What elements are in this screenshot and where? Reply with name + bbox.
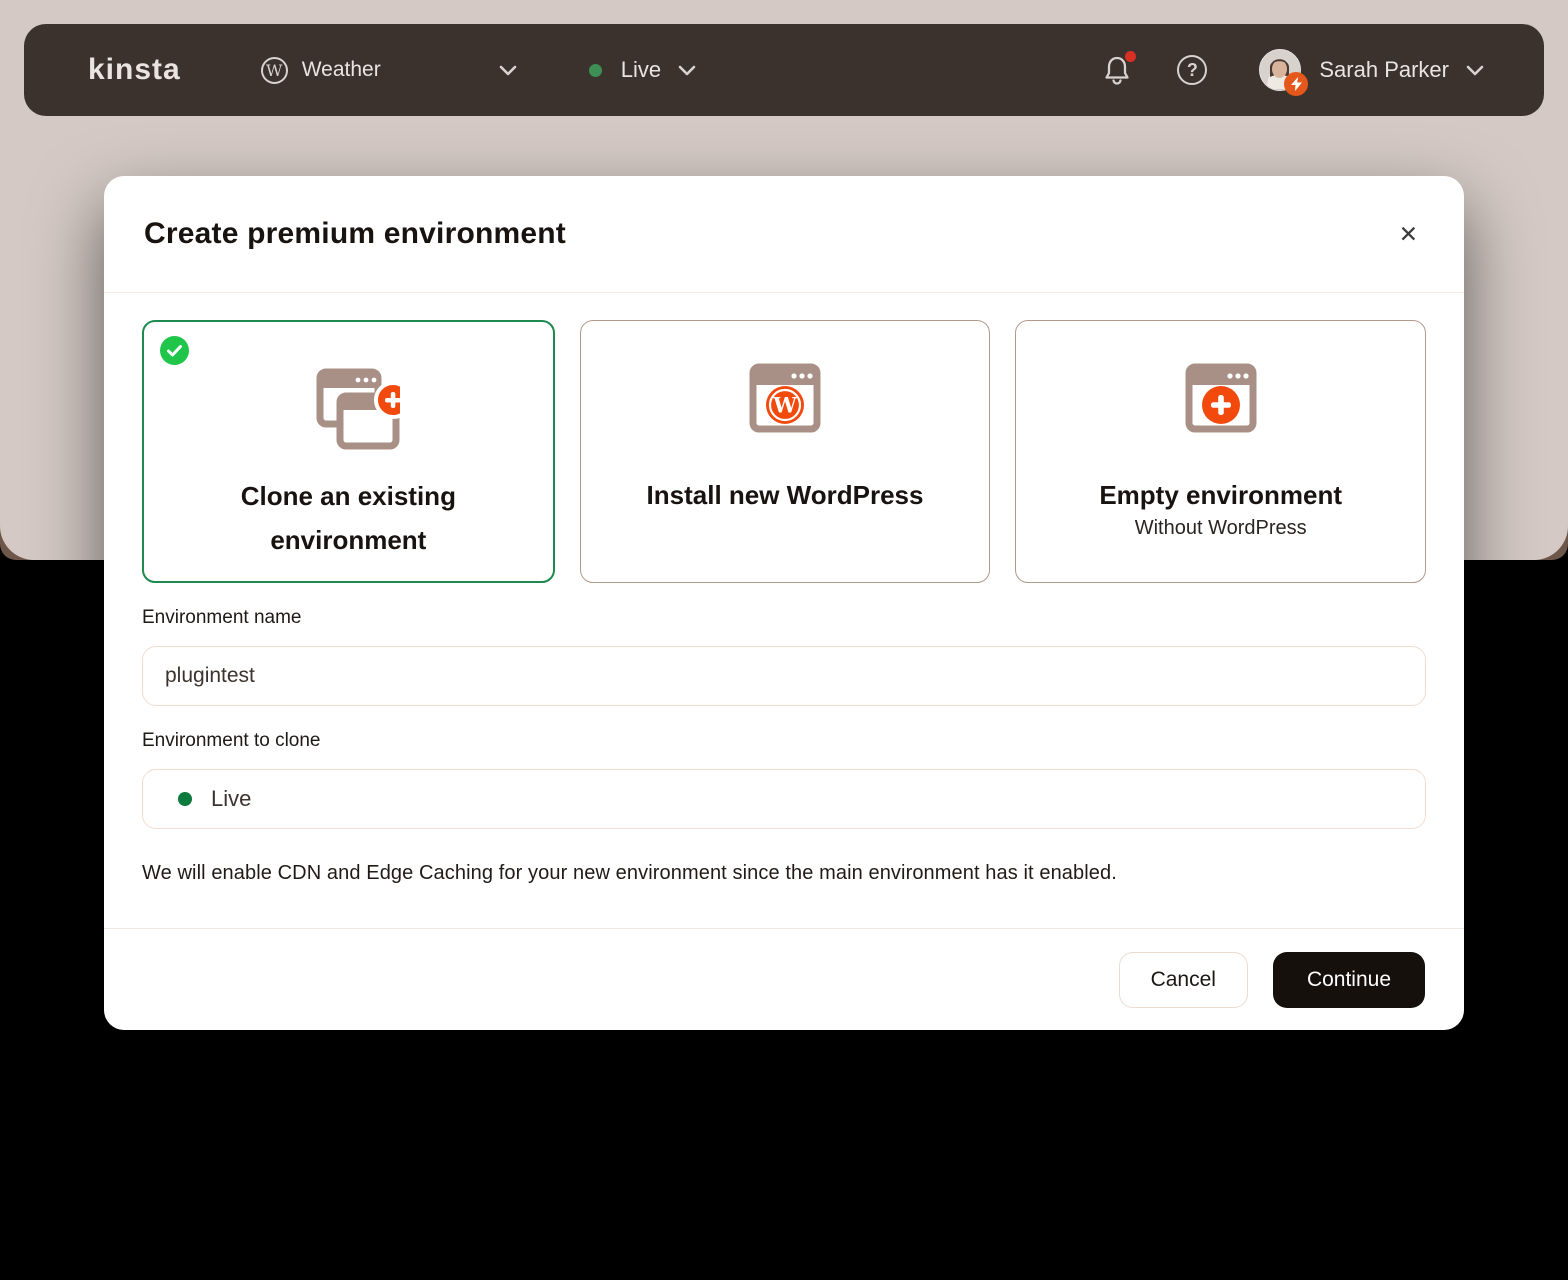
modal-footer: Cancel Continue [104, 928, 1464, 1030]
option-subtitle: Without WordPress [1134, 517, 1307, 539]
site-selector-label: Weather [301, 58, 381, 81]
chevron-down-icon [678, 65, 696, 75]
notifications-button[interactable] [1103, 51, 1137, 85]
option-install-new-wordpress[interactable]: W Install new WordPress [579, 320, 991, 583]
modal-title: Create premium environment [144, 217, 566, 250]
modal-header: Create premium environment ✕ [104, 176, 1464, 293]
notification-unread-dot [1125, 51, 1137, 62]
create-environment-modal: Create premium environment ✕ Clone an ex… [104, 176, 1464, 1030]
help-button[interactable]: ? [1177, 55, 1208, 85]
option-empty-environment[interactable]: Empty environment Without WordPress [1015, 320, 1427, 583]
wordpress-install-icon: W [749, 363, 821, 439]
lightning-icon [1290, 77, 1302, 91]
empty-environment-icon [1185, 363, 1257, 439]
modal-body: Clone an existing environment W Install … [104, 293, 1464, 928]
option-clone-existing-environment[interactable]: Clone an existing environment [142, 320, 555, 583]
environment-status-dot [178, 792, 192, 806]
selected-environment-value: Live [211, 786, 252, 811]
environment-to-clone-label: Environment to clone [142, 730, 321, 751]
site-selector-dropdown[interactable]: W Weather [260, 56, 517, 84]
continue-button[interactable]: Continue [1272, 951, 1425, 1008]
cancel-button[interactable]: Cancel [1118, 951, 1248, 1008]
avatar-power-badge [1284, 72, 1309, 96]
selected-check-icon [160, 336, 189, 365]
user-name: Sarah Parker [1319, 57, 1449, 82]
chevron-down-icon[interactable] [1466, 65, 1484, 76]
top-navbar: kinsta W Weather Live ? Sarah Parker [24, 24, 1544, 116]
environment-type-options: Clone an existing environment W Install … [142, 320, 1427, 583]
kinsta-logo: kinsta [88, 53, 181, 86]
navbar-right-cluster: ? Sarah Parker [1103, 49, 1484, 96]
environment-status-dot [588, 63, 602, 77]
option-title: Install new WordPress [646, 480, 924, 510]
environment-selector-label: Live [620, 57, 662, 82]
environment-name-label: Environment name [142, 607, 302, 628]
environment-selector-dropdown[interactable]: Live [588, 57, 696, 83]
chevron-down-icon [499, 65, 517, 75]
question-mark-icon: ? [1186, 59, 1198, 80]
close-icon[interactable]: ✕ [1395, 219, 1422, 250]
option-title: Empty environment [1099, 480, 1343, 510]
environment-to-clone-select[interactable]: Live [142, 769, 1426, 829]
option-title: Clone an existing environment [240, 481, 456, 555]
wordpress-icon: W [260, 56, 288, 84]
svg-text:W: W [772, 393, 797, 418]
environment-name-input[interactable] [142, 646, 1426, 706]
clone-environment-icon [296, 364, 401, 450]
user-avatar-wrap[interactable] [1259, 49, 1309, 96]
cdn-info-text: We will enable CDN and Edge Caching for … [142, 862, 1117, 884]
